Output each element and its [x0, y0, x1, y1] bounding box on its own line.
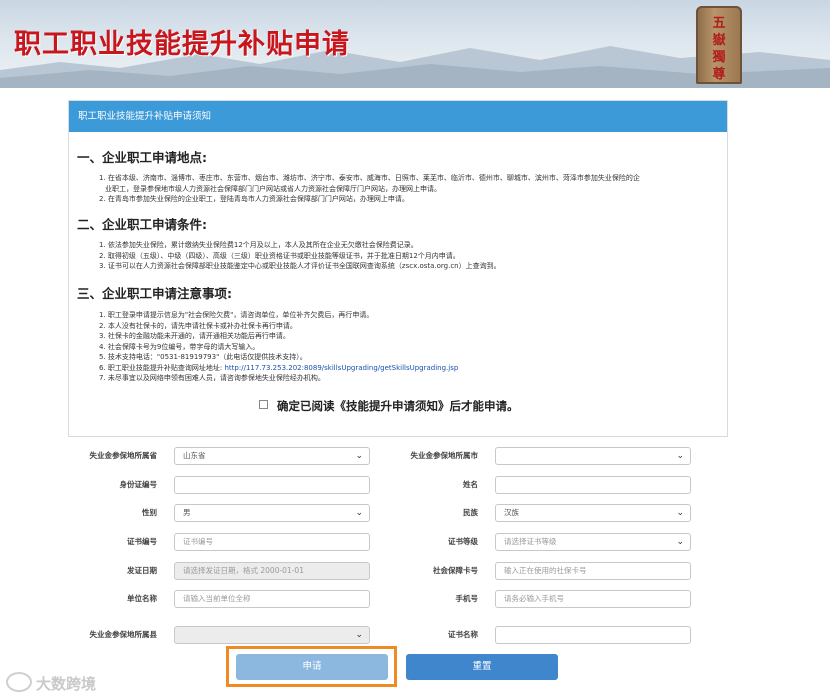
gender-label: 性别 — [142, 508, 157, 517]
certlevel-select[interactable]: 请选择证书等级 ⌄ — [495, 533, 691, 551]
company-input[interactable]: 请输入当前单位全称 — [174, 590, 370, 608]
taishan-stone-logo: 五 嶽 獨 尊 — [696, 6, 742, 84]
ethnic-label: 民族 — [463, 508, 478, 517]
notice-heading: 职工职业技能提升补贴申请须知 — [69, 101, 727, 132]
section-list: 1. 在省本级、济南市、淄博市、枣庄市、东营市、烟台市、潍坊市、济宁市、泰安市、… — [99, 173, 719, 205]
list-item-text: 6. 职工职业技能提升补贴查询网址地址: — [99, 363, 223, 372]
gender-select[interactable]: 男 ⌄ — [174, 504, 370, 522]
confirm-label: 确定已阅读《技能提升申请须知》后才能申请。 — [277, 399, 519, 413]
section-title: 二、企业职工申请条件: — [77, 217, 207, 232]
phone-input[interactable]: 请务必输入手机号 — [495, 590, 691, 608]
list-item: 3. 社保卡的金融功能未开通的，请开通相关功能后再行申请。 — [99, 332, 290, 340]
certno-input[interactable]: 证书编号 — [174, 533, 370, 551]
list-item: 4. 社会保障卡号为9位编号，带字母的请大写输入。 — [99, 342, 260, 351]
certno-label: 证书编号 — [127, 537, 157, 546]
list-item: 2. 本人没有社保卡的，请先申请社保卡或补办社保卡再行申请。 — [99, 321, 297, 330]
certname-label: 证书名称 — [448, 630, 478, 639]
section-list: 1. 依法参加失业保险，累计缴纳失业保险费12个月及以上，本人及其所在企业无欠缴… — [99, 240, 719, 272]
list-item: 3. 证书可以在人力资源社会保障部职业技能鉴定中心或职业技能人才评价证书全国联网… — [99, 262, 501, 270]
list-item: 1. 职工登录申请提示信息为"社会保险欠费"，请咨询单位，单位补齐欠费后，再行申… — [99, 311, 374, 319]
chevron-down-icon: ⌄ — [676, 537, 684, 547]
list-item: 6. 职工职业技能提升补贴查询网址地址: http://117.73.253.2… — [99, 363, 719, 374]
list-item: 2. 在青岛市参加失业保险的企业职工，登陆青岛市人力资源社会保障部门门户网站，办… — [99, 195, 409, 203]
province-select[interactable]: 山东省 ⌄ — [174, 447, 370, 465]
issuedate-label: 发证日期 — [127, 566, 157, 575]
watermark: 大数跨境 — [6, 672, 96, 694]
header-banner: 职工职业技能提升补贴申请 五 嶽 獨 尊 — [0, 0, 830, 88]
reset-button[interactable]: 重置 — [406, 654, 558, 680]
county-select[interactable]: ⌄ — [174, 626, 370, 644]
section-title: 三、企业职工申请注意事项: — [77, 286, 232, 301]
sscard-label: 社会保障卡号 — [433, 566, 478, 575]
notice-panel: 职工职业技能提升补贴申请须知 一、企业职工申请地点: 1. 在省本级、济南市、淄… — [68, 100, 728, 437]
list-item: 业职工，登录参保地市级人力资源社会保障部门门户网站或省人力资源社会保障厅门户网站… — [105, 184, 441, 193]
certname-input[interactable] — [495, 626, 691, 644]
city-select[interactable]: ⌄ — [495, 447, 691, 465]
company-label: 单位名称 — [127, 594, 157, 603]
list-item: 5. 技术支持电话："0531-81919793"（此电话仅提供技术支持）。 — [99, 353, 307, 361]
list-item: 1. 在省本级、济南市、淄博市、枣庄市、东营市、烟台市、潍坊市、济宁市、泰安市、… — [99, 174, 640, 182]
list-item: 7. 未尽事宜以及网络申领有困难人员，请咨询参保地失业保险经办机构。 — [99, 374, 325, 382]
county-label: 失业金参保地所属县 — [89, 630, 158, 639]
name-input[interactable] — [495, 476, 691, 494]
apply-button[interactable]: 申请 — [236, 654, 388, 680]
section-title: 一、企业职工申请地点: — [77, 150, 207, 165]
list-item: 2. 取得初级（五级）、中级（四级）、高级（三级）职业资格证书或职业技能等级证书… — [99, 251, 460, 260]
city-label: 失业金参保地所属市 — [410, 451, 479, 460]
idno-label: 身份证编号 — [119, 480, 158, 489]
chevron-down-icon: ⌄ — [676, 451, 684, 461]
idno-input[interactable] — [174, 476, 370, 494]
name-label: 姓名 — [463, 480, 478, 489]
page-title: 职工职业技能提升补贴申请 — [14, 29, 350, 60]
confirm-read-row[interactable]: 确定已阅读《技能提升申请须知》后才能申请。 — [259, 398, 519, 414]
list-item: 1. 依法参加失业保险，累计缴纳失业保险费12个月及以上，本人及其所在企业无欠缴… — [99, 241, 418, 249]
watermark-logo-icon — [6, 672, 32, 692]
issuedate-input[interactable]: 请选择发证日期，格式 2000-01-01 — [174, 562, 370, 580]
ethnic-select[interactable]: 汉族 ⌄ — [495, 504, 691, 522]
province-label: 失业金参保地所属省 — [89, 451, 158, 460]
phone-label: 手机号 — [455, 594, 479, 603]
section-list: 1. 职工登录申请提示信息为"社会保险欠费"，请咨询单位，单位补齐欠费后，再行申… — [99, 310, 719, 384]
skills-query-link[interactable]: http://117.73.253.202:8089/skillsUpgradi… — [225, 364, 459, 372]
certlevel-label: 证书等级 — [448, 537, 478, 546]
chevron-down-icon: ⌄ — [676, 508, 684, 518]
confirm-checkbox[interactable] — [259, 400, 268, 409]
sscard-input[interactable]: 输入正在使用的社保卡号 — [495, 562, 691, 580]
